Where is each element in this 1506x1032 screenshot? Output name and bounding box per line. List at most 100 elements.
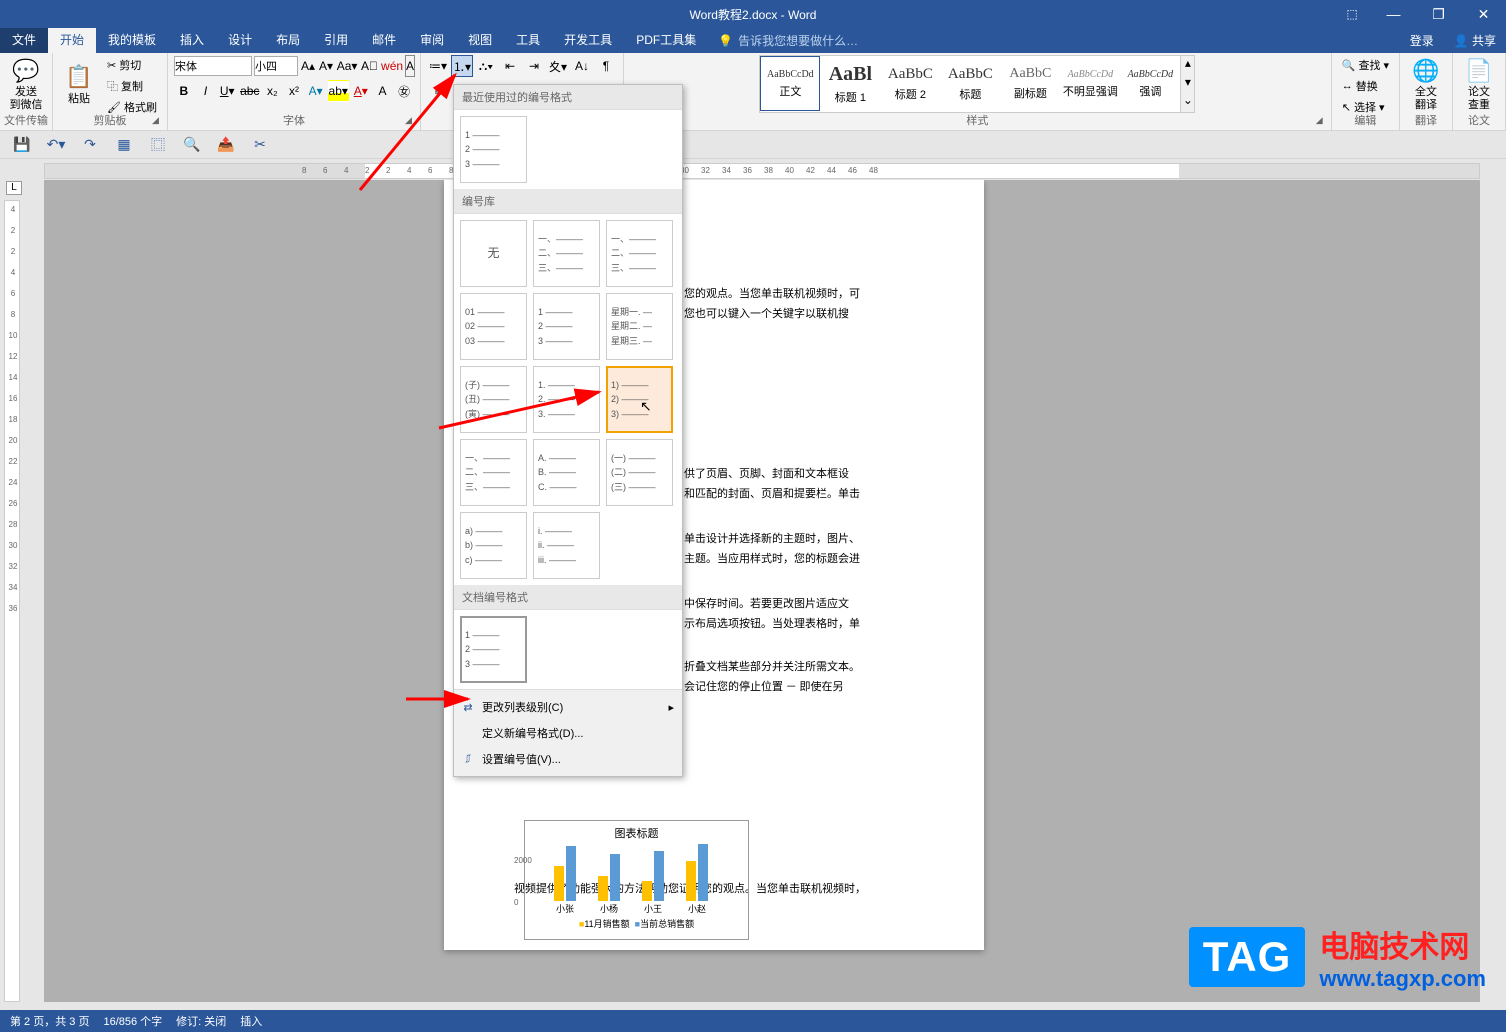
vertical-ruler[interactable]: 4224681012141618202224262830323436 [4, 200, 20, 1002]
qat-screenshot-button[interactable]: ✂ [250, 135, 270, 155]
set-numbering-value-menuitem[interactable]: ⎎设置编号值(V)... [454, 746, 682, 772]
character-shading-button[interactable]: A [373, 80, 393, 102]
numbering-library-item-12[interactable]: a) ———b) ———c) ——— [460, 512, 527, 579]
text-effects-button[interactable]: A▾ [306, 80, 326, 102]
qat-export-button[interactable]: 📤 [216, 135, 236, 155]
tab-tools[interactable]: 工具 [504, 28, 552, 53]
tab-mytemplates[interactable]: 我的模板 [96, 28, 168, 53]
bold-button[interactable]: B [174, 80, 194, 102]
find-button[interactable]: 🔍查找 ▾ [1338, 55, 1393, 75]
qat-layout-button[interactable]: ⿴ [148, 135, 168, 155]
tab-view[interactable]: 视图 [456, 28, 504, 53]
styles-launcher[interactable]: ◢ [1316, 115, 1328, 127]
paste-button[interactable]: 📋粘贴 [59, 55, 99, 115]
replace-button[interactable]: ↔替换 [1338, 76, 1393, 96]
login-link[interactable]: 登录 [1400, 32, 1444, 49]
tab-design[interactable]: 设计 [216, 28, 264, 53]
character-border-button[interactable]: A [405, 55, 415, 77]
thesis-check-button[interactable]: 📄论文 查重 [1459, 55, 1499, 115]
numbering-button[interactable]: ⒈▾ [451, 55, 473, 77]
phonetic-guide-button[interactable]: wén [381, 55, 403, 77]
translate-button[interactable]: 🌐全文 翻译 [1406, 55, 1446, 115]
numbering-library-item-2[interactable]: 一、———二、———三、——— [606, 220, 673, 287]
tab-file[interactable]: 文件 [0, 28, 48, 53]
copy-button[interactable]: ⿻复制 [103, 76, 161, 96]
sort-button[interactable]: A↓ [571, 55, 593, 77]
font-name-combo[interactable] [174, 56, 252, 76]
tell-me-search[interactable]: 💡 告诉我您想要做什么… [708, 32, 868, 49]
tab-pdftools[interactable]: PDF工具集 [624, 28, 708, 53]
tab-layout[interactable]: 布局 [264, 28, 312, 53]
font-launcher[interactable]: ◢ [405, 115, 417, 127]
chart-object[interactable]: 图表标题 2000 0 小张 小杨 小王 小赵 ■11月销售额 ■当前总销售额 [524, 820, 749, 940]
status-wordcount[interactable]: 16/856 个字 [103, 1013, 162, 1029]
close-button[interactable]: ✕ [1461, 0, 1506, 28]
multilevel-list-button[interactable]: ⛬▾ [475, 55, 497, 77]
numbering-library-item-10[interactable]: A. ———B. ———C. ——— [533, 439, 600, 506]
tab-review[interactable]: 审阅 [408, 28, 456, 53]
clipboard-launcher[interactable]: ◢ [152, 115, 164, 127]
numbering-doc-item[interactable]: 1 ———2 ———3 ——— [460, 616, 527, 683]
font-color-button[interactable]: A▾ [351, 80, 371, 102]
numbering-library-item-11[interactable]: (一) ———(二) ———(三) ——— [606, 439, 673, 506]
increase-indent-button[interactable]: ⇥ [523, 55, 545, 77]
status-trackchanges[interactable]: 修订: 关闭 [176, 1013, 226, 1029]
italic-button[interactable]: I [196, 80, 216, 102]
change-list-level-menuitem[interactable]: ⇄更改列表级别(C)▸ [454, 694, 682, 720]
numbering-library-item-9[interactable]: 一、———二、———三、——— [460, 439, 527, 506]
send-to-wechat-button[interactable]: 💬发送 到微信 [6, 55, 46, 115]
style-normal[interactable]: AaBbCcDd正文 [760, 56, 820, 111]
change-case-button[interactable]: Aa▾ [336, 55, 358, 77]
bullets-button[interactable]: ≔▾ [427, 55, 449, 77]
save-button[interactable]: 💾 [12, 135, 32, 155]
underline-button[interactable]: U▾ [217, 80, 237, 102]
numbering-library-item-1[interactable]: 一、———二、———三、——— [533, 220, 600, 287]
align-left-button[interactable]: ≡ [427, 80, 449, 102]
tab-mailings[interactable]: 邮件 [360, 28, 408, 53]
styles-more[interactable]: ⌄ [1181, 93, 1194, 112]
horizontal-ruler[interactable]: 8642246810121416182022242628303234363840… [44, 163, 1480, 179]
styles-gallery[interactable]: AaBbCcDd正文 AaBl标题 1 AaBbC标题 2 AaBbC标题 Aa… [759, 55, 1195, 113]
numbering-library-item-0[interactable]: 无 [460, 220, 527, 287]
style-title[interactable]: AaBbC标题 [940, 56, 1000, 111]
asian-layout-button[interactable]: 夊▾ [547, 55, 569, 77]
qat-print-preview-button[interactable]: 🔍 [182, 135, 202, 155]
style-heading2[interactable]: AaBbC标题 2 [880, 56, 940, 111]
show-marks-button[interactable]: ¶ [595, 55, 617, 77]
document-area[interactable]: 您的观点。当您单击联机视频时，可 您也可以键入一个关键字以联机搜 供了页眉、页脚… [44, 180, 1480, 1002]
font-size-combo[interactable] [254, 56, 298, 76]
ribbon-display-options[interactable]: ⬚ [1338, 0, 1366, 28]
numbering-library-item-6[interactable]: (子) ———(丑) ———(寅) ——— [460, 366, 527, 433]
enclose-char-button[interactable]: ㊛ [394, 80, 414, 102]
status-page[interactable]: 第 2 页，共 3 页 [10, 1013, 89, 1029]
tab-references[interactable]: 引用 [312, 28, 360, 53]
undo-button[interactable]: ↶▾ [46, 135, 66, 155]
cut-button[interactable]: ✂剪切 [103, 55, 161, 75]
strikethrough-button[interactable]: abc [239, 80, 260, 102]
share-button[interactable]: 👤 共享 [1444, 32, 1506, 49]
qat-table-button[interactable]: ▦ [114, 135, 134, 155]
define-new-number-format-menuitem[interactable]: 定义新编号格式(D)... [454, 720, 682, 746]
redo-button[interactable]: ↷ [80, 135, 100, 155]
subscript-button[interactable]: x₂ [262, 80, 282, 102]
tab-developer[interactable]: 开发工具 [552, 28, 624, 53]
restore-button[interactable]: ❐ [1416, 0, 1461, 28]
decrease-indent-button[interactable]: ⇤ [499, 55, 521, 77]
numbering-library-item-3[interactable]: 01 ———02 ———03 ——— [460, 293, 527, 360]
superscript-button[interactable]: x² [284, 80, 304, 102]
tab-home[interactable]: 开始 [48, 28, 96, 53]
minimize-button[interactable]: — [1371, 0, 1416, 28]
numbering-library-item-7[interactable]: 1. ———2. ———3. ——— [533, 366, 600, 433]
grow-font-button[interactable]: A▴ [300, 55, 316, 77]
tab-insert[interactable]: 插入 [168, 28, 216, 53]
tab-selector[interactable]: L [6, 181, 22, 195]
numbering-recent-item[interactable]: 1 ———2 ———3 ——— [460, 116, 527, 183]
shrink-font-button[interactable]: A▾ [318, 55, 334, 77]
style-subtle-emphasis[interactable]: AaBbCcDd不明显强调 [1060, 56, 1120, 111]
styles-scroll-down[interactable]: ▾ [1181, 75, 1194, 94]
highlight-button[interactable]: ab▾ [328, 80, 349, 102]
style-emphasis[interactable]: AaBbCcDd强调 [1120, 56, 1180, 111]
style-heading1[interactable]: AaBl标题 1 [820, 56, 880, 111]
styles-scroll-up[interactable]: ▴ [1181, 56, 1194, 75]
numbering-library-item-5[interactable]: 星期一. —星期二. —星期三. — [606, 293, 673, 360]
